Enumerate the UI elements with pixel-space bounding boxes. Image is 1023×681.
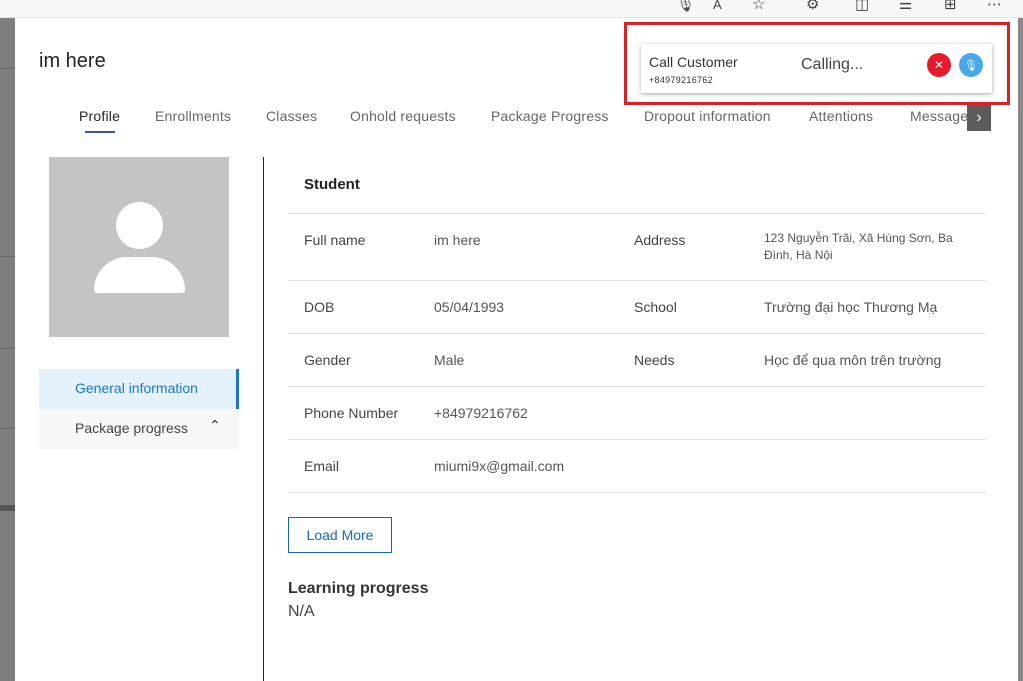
tab-classes[interactable]: Classes — [266, 108, 317, 124]
field-label: Needs — [634, 352, 675, 368]
tab-message[interactable]: Message — [910, 108, 968, 124]
vertical-divider — [263, 157, 264, 681]
favorite-star-icon[interactable]: ☆ — [752, 0, 765, 14]
tab-scroll-right-button[interactable]: › — [967, 104, 991, 131]
tab-dropout-information[interactable]: Dropout information — [644, 108, 771, 124]
tab-package-progress[interactable]: Package Progress — [491, 108, 609, 124]
background-right-edge — [1018, 18, 1023, 681]
load-more-button[interactable]: Load More — [288, 517, 392, 553]
browser-toolbar: 🎙 A ☆ ⚙ ◫ ☰ ⊞ ⋯ — [0, 0, 1023, 18]
page-title: im here — [39, 50, 106, 72]
menu-item-label: Package progress — [75, 420, 188, 436]
call-status: Calling... — [801, 56, 864, 73]
table-row: Gender Male Needs Học để qua môn trên tr… — [288, 333, 986, 386]
field-label: Gender — [304, 352, 351, 368]
learning-progress-value: N/A — [288, 603, 315, 620]
field-label: Address — [634, 232, 686, 248]
field-label: School — [634, 299, 677, 315]
field-label: Full name — [304, 232, 366, 248]
split-screen-icon[interactable]: ◫ — [855, 0, 869, 14]
field-value: im here — [434, 232, 481, 248]
menu-item-package-progress[interactable]: Package progress ⌃ — [39, 409, 239, 449]
field-value: 123 Nguyễn Trãi, Xã Hùng Sơn, Ba Đình, H… — [764, 231, 953, 262]
field-value: +84979216762 — [434, 405, 528, 421]
mic-icon[interactable]: 🎙 — [676, 0, 695, 14]
field-value: Học để qua môn trên trường — [764, 352, 942, 368]
field-value: Trường đại học Thương Mạ — [764, 299, 938, 315]
mic-icon: 🎙 — [964, 60, 978, 72]
menu-item-general-information[interactable]: General information — [39, 369, 239, 409]
call-title: Call Customer — [649, 54, 738, 70]
extensions-icon[interactable]: ⚙ — [806, 0, 819, 14]
field-value: 05/04/1993 — [434, 299, 505, 315]
avatar — [49, 157, 229, 337]
collections-icon[interactable]: ⊞ — [944, 0, 957, 14]
active-tab-indicator — [85, 131, 115, 133]
tab-attentions[interactable]: Attentions — [809, 108, 873, 124]
mute-button[interactable]: 🎙 — [959, 53, 983, 77]
more-icon[interactable]: ⋯ — [987, 0, 1002, 14]
read-aloud-icon[interactable]: A — [713, 0, 722, 14]
learning-progress-title: Learning progress — [288, 580, 429, 597]
call-widget: Call Customer +84979216762 Calling... ✕ … — [641, 44, 992, 93]
field-value: miumi9x@gmail.com — [434, 458, 565, 474]
table-row: Email miumi9x@gmail.com — [288, 439, 986, 493]
hangup-button[interactable]: ✕ — [927, 53, 951, 77]
section-title: Student — [304, 176, 360, 193]
field-label: Email — [304, 458, 340, 474]
tab-onhold-requests[interactable]: Onhold requests — [350, 108, 456, 124]
tab-bar: Profile Enrollments Classes Onhold reque… — [15, 102, 970, 134]
table-row: Full name im here Address 123 Nguyễn Trã… — [288, 213, 986, 280]
field-value: Male — [434, 352, 465, 368]
chevron-up-icon[interactable]: ⌃ — [209, 417, 221, 434]
table-row: DOB 05/04/1993 School Trường đại học Thư… — [288, 280, 986, 333]
menu-item-label: General information — [75, 380, 198, 396]
avatar-placeholder-icon — [116, 202, 163, 249]
favorites-list-icon[interactable]: ☰ — [899, 0, 912, 14]
tab-profile[interactable]: Profile — [79, 108, 120, 124]
side-menu: General information Package progress ⌃ — [39, 369, 239, 449]
table-row: Phone Number +84979216762 — [288, 386, 986, 439]
close-icon: ✕ — [933, 58, 945, 72]
call-phone-number: +84979216762 — [649, 75, 713, 85]
background-page — [0, 18, 15, 681]
field-label: Phone Number — [304, 405, 399, 421]
field-label: DOB — [304, 299, 335, 315]
student-detail-modal: im here Profile Enrollments Classes Onho… — [15, 18, 1018, 681]
tab-enrollments[interactable]: Enrollments — [155, 108, 231, 124]
